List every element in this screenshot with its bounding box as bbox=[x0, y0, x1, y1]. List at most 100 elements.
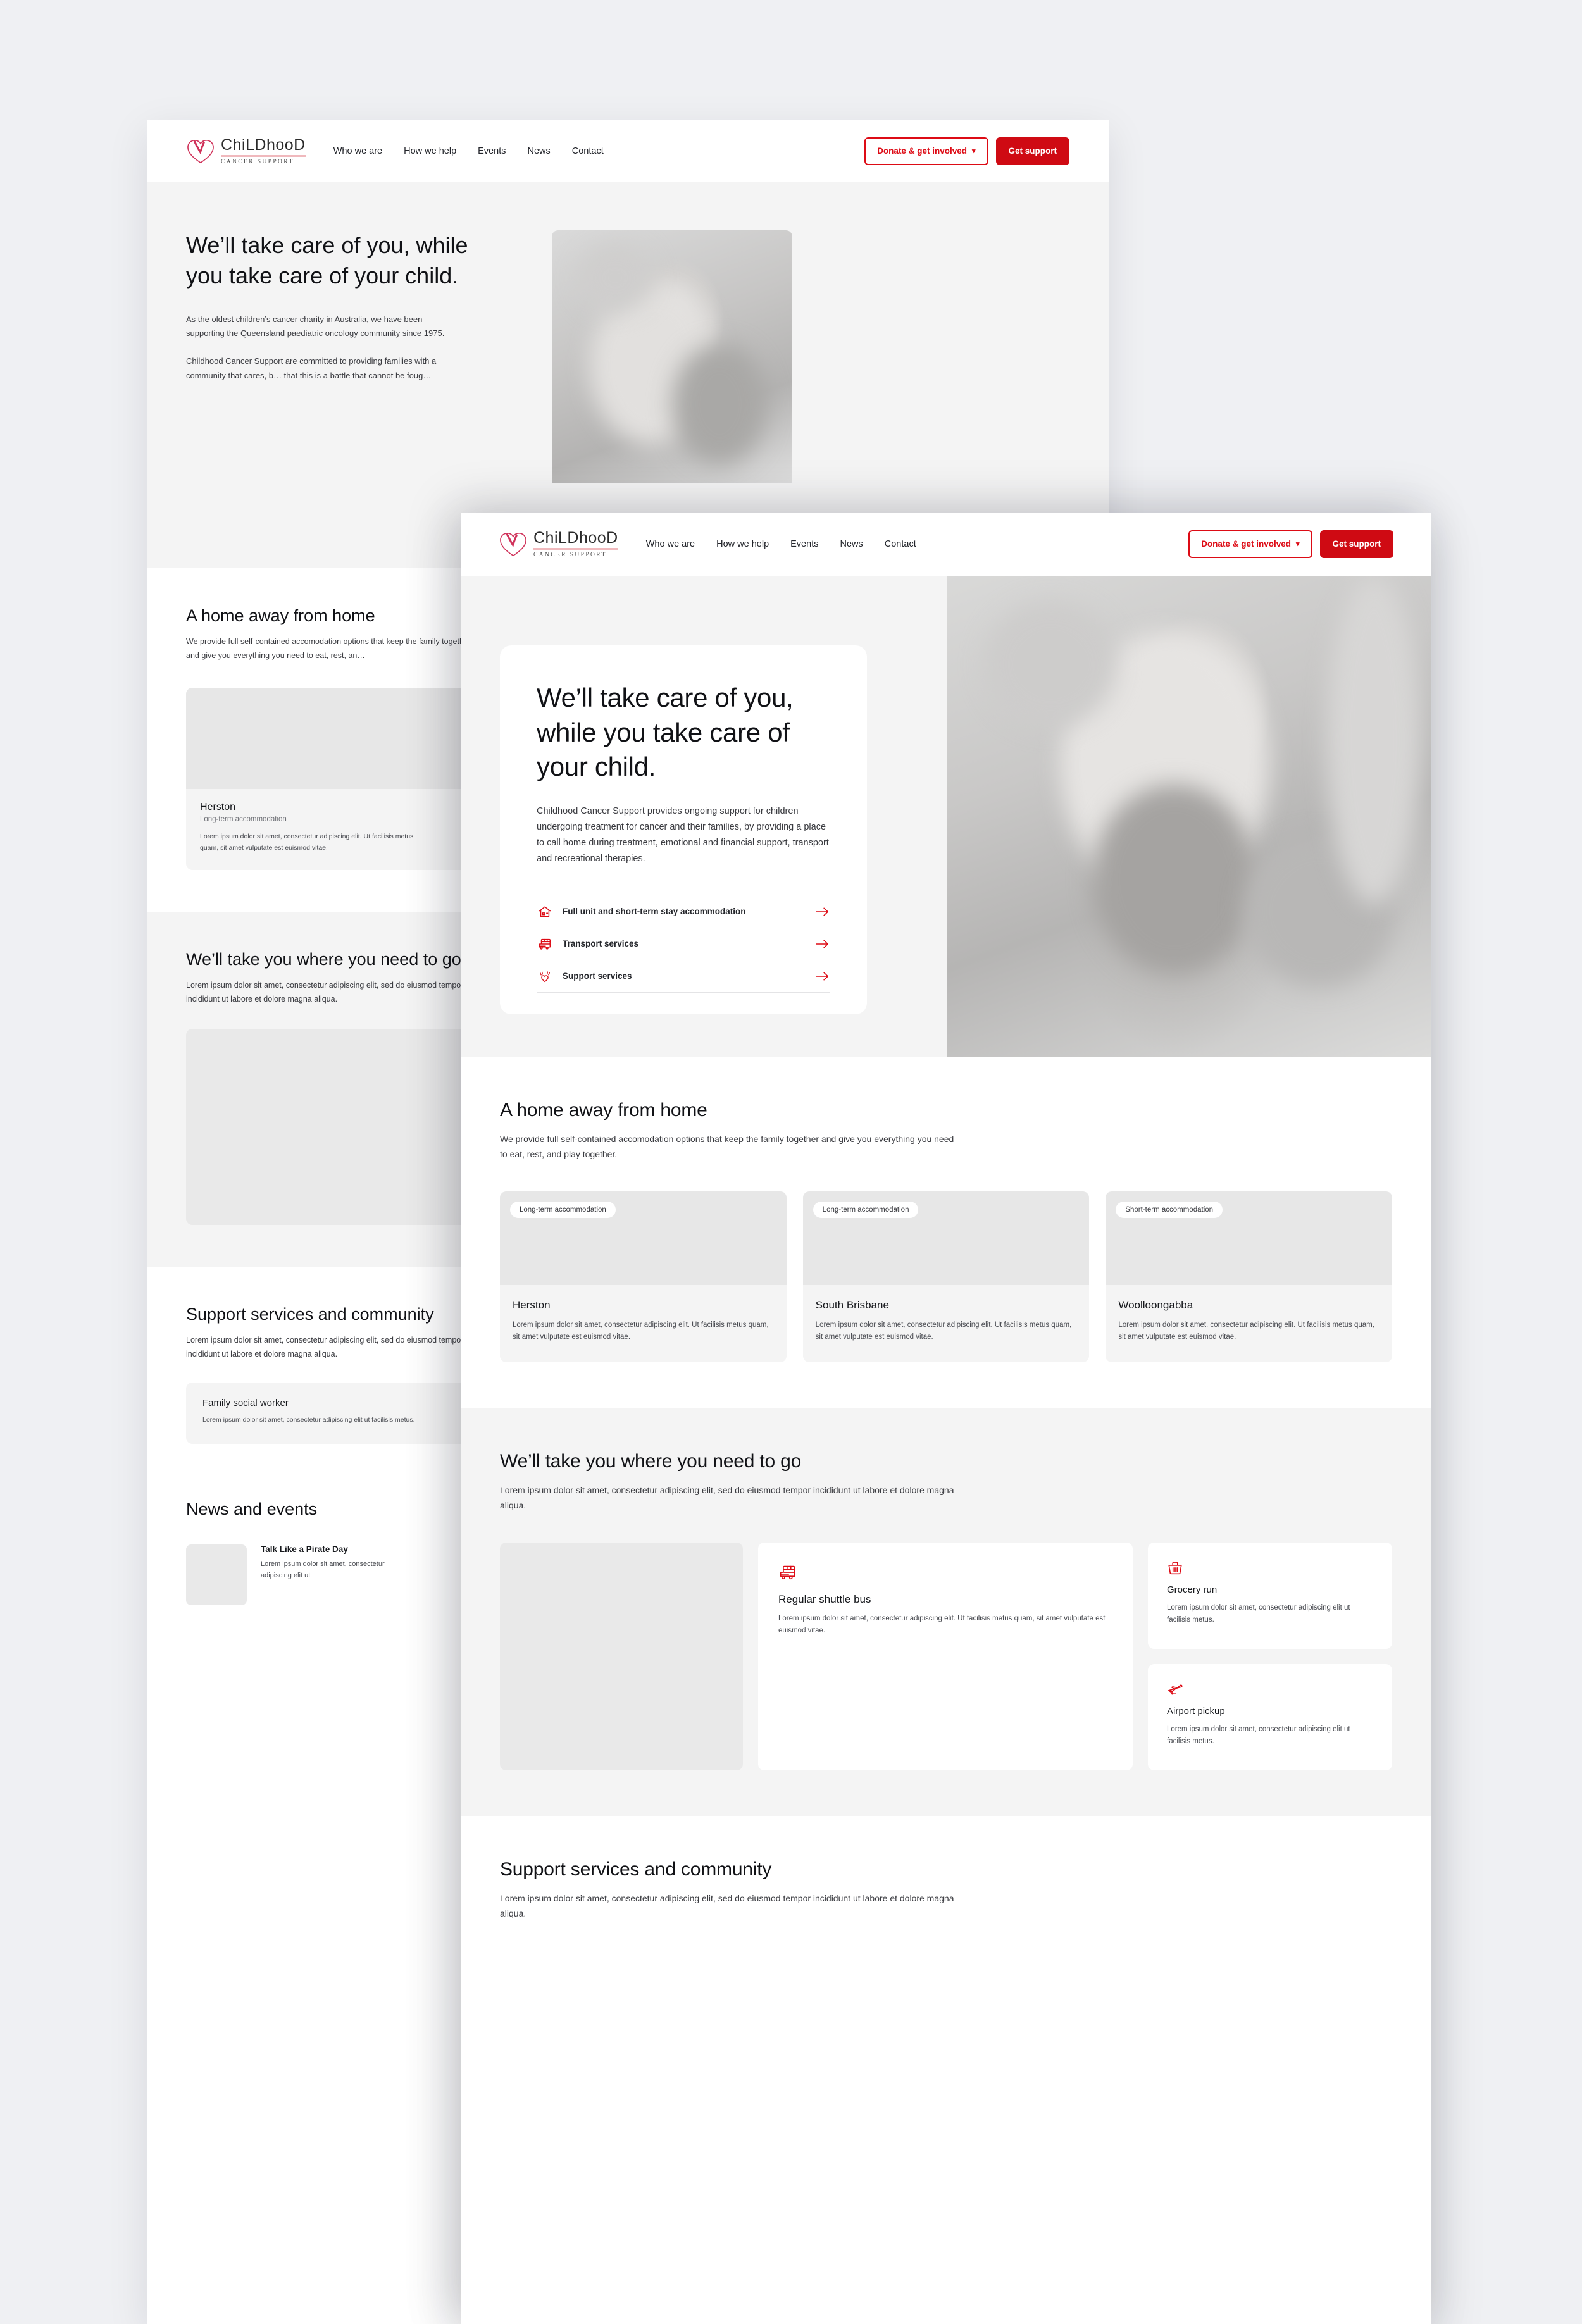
front-hero-heading: We’ll take care of you, while you take c… bbox=[537, 683, 794, 782]
arrow-right-icon bbox=[816, 907, 829, 917]
back-accommodation-lead: We provide full self-contained accomodat… bbox=[186, 637, 471, 660]
accommodation-card-grid: Long-term accommodation Herston Lorem ip… bbox=[500, 1191, 1393, 1363]
nav-item-events[interactable]: Events bbox=[790, 539, 818, 549]
accommodation-card-text: Lorem ipsum dolor sit amet, consectetur … bbox=[1118, 1320, 1374, 1341]
transport-grid: Regular shuttle bus Lorem ipsum dolor si… bbox=[500, 1542, 1392, 1770]
nav-item-how-we-help[interactable]: How we help bbox=[716, 539, 769, 549]
accommodation-card-text: Lorem ipsum dolor sit amet, consectetur … bbox=[815, 1320, 1072, 1341]
nav-item-contact-back[interactable]: Contact bbox=[572, 146, 604, 156]
hero-link-accommodation[interactable]: Full unit and short-term stay accommodat… bbox=[537, 896, 830, 928]
back-support-lead: Lorem ipsum dolor sit amet, consectetur … bbox=[186, 1336, 464, 1358]
accommodation-badge: Long-term accommodation bbox=[813, 1201, 919, 1218]
nav-item-how-we-help-back[interactable]: How we help bbox=[404, 146, 456, 156]
nav-item-contact[interactable]: Contact bbox=[885, 539, 916, 549]
accommodation-card-image: Short-term accommodation bbox=[1106, 1191, 1393, 1285]
brand-logo-back[interactable]: ChiLDhooD CANCER SUPPORT bbox=[186, 137, 306, 166]
back-news-thumbnail bbox=[186, 1544, 247, 1605]
house-icon bbox=[538, 905, 552, 919]
front-accommodation-heading: A home away from home bbox=[500, 1100, 707, 1121]
navbar-front: ChiLDhooD CANCER SUPPORT Who we are How … bbox=[461, 513, 1431, 576]
donate-and-get-involved-button-back[interactable]: Donate & get involved ▾ bbox=[864, 137, 988, 165]
foreground-page-mockup: ChiLDhooD CANCER SUPPORT Who we are How … bbox=[461, 513, 1431, 2324]
back-hero-section: We’ll take care of you, while you take c… bbox=[147, 182, 1109, 568]
nav-item-who-we-are[interactable]: Who we are bbox=[646, 539, 695, 549]
basket-icon bbox=[1167, 1560, 1183, 1575]
back-news-item-title: Talk Like a Pirate Day bbox=[261, 1544, 348, 1554]
get-support-button[interactable]: Get support bbox=[1319, 530, 1393, 558]
brand-tagline-front: CANCER SUPPORT bbox=[533, 551, 607, 558]
front-support-heading: Support services and community bbox=[500, 1858, 772, 1880]
transport-card-text: Lorem ipsum dolor sit amet, consectetur … bbox=[1167, 1725, 1350, 1746]
hero-link-support[interactable]: Support services bbox=[537, 960, 830, 993]
accommodation-card-woolloongabba[interactable]: Short-term accommodation Woolloongabba L… bbox=[1106, 1191, 1393, 1363]
back-accommodation-card[interactable]: Herston Long-term accommodation Lorem ip… bbox=[186, 688, 483, 871]
arrow-right-icon bbox=[816, 971, 829, 981]
transport-card-shuttle-bus[interactable]: Regular shuttle bus Lorem ipsum dolor si… bbox=[758, 1542, 1133, 1770]
hero-link-support-label: Support services bbox=[563, 971, 632, 981]
front-accommodation-lead: We provide full self-contained accomodat… bbox=[500, 1134, 954, 1159]
transport-card-text: Lorem ipsum dolor sit amet, consectetur … bbox=[778, 1614, 1106, 1635]
donate-and-get-involved-button[interactable]: Donate & get involved ▾ bbox=[1188, 530, 1312, 558]
plane-icon bbox=[1167, 1682, 1183, 1697]
nav-links-back: Who we are How we help Events News Conta… bbox=[333, 146, 604, 156]
back-accommodation-card-subtitle: Long-term accommodation bbox=[200, 816, 287, 823]
transport-card-airport-pickup[interactable]: Airport pickup Lorem ipsum dolor sit ame… bbox=[1148, 1663, 1392, 1770]
bus-icon bbox=[538, 937, 552, 951]
back-transport-lead: Lorem ipsum dolor sit amet, consectetur … bbox=[186, 981, 464, 1004]
back-hero-photo bbox=[552, 230, 792, 483]
nav-actions-back: Donate & get involved ▾ Get support bbox=[864, 137, 1069, 165]
front-hero-link-list: Full unit and short-term stay accommodat… bbox=[537, 896, 830, 993]
transport-card-grocery-run[interactable]: Grocery run Lorem ipsum dolor sit amet, … bbox=[1148, 1542, 1392, 1649]
nav-item-who-we-are-back[interactable]: Who we are bbox=[333, 146, 382, 156]
back-support-card-title: Family social worker bbox=[202, 1398, 289, 1409]
accommodation-card-title: South Brisbane bbox=[815, 1298, 889, 1311]
transport-card-title: Grocery run bbox=[1167, 1584, 1218, 1595]
front-hero-body: Childhood Cancer Support provides ongoin… bbox=[537, 805, 829, 864]
accommodation-card-title: Herston bbox=[513, 1298, 551, 1311]
brand-underline-front bbox=[533, 547, 618, 550]
back-hero-paragraph-1: As the oldest children’s cancer charity … bbox=[186, 314, 445, 339]
donate-label: Donate & get involved bbox=[1201, 539, 1291, 549]
accommodation-card-image: Long-term accommodation bbox=[500, 1191, 787, 1285]
hero-link-transport-label: Transport services bbox=[563, 939, 639, 949]
back-support-card[interactable]: Family social worker Lorem ipsum dolor s… bbox=[186, 1383, 483, 1444]
nav-item-news[interactable]: News bbox=[840, 539, 863, 549]
front-support-lead: Lorem ipsum dolor sit amet, consectetur … bbox=[500, 1892, 954, 1918]
front-accommodation-section: A home away from home We provide full se… bbox=[461, 1057, 1431, 1408]
brand-tagline-back: CANCER SUPPORT bbox=[221, 158, 294, 165]
back-accommodation-card-title: Herston bbox=[200, 802, 236, 812]
transport-card-title: Regular shuttle bus bbox=[778, 1593, 871, 1605]
heart-ribbon-icon bbox=[186, 137, 215, 165]
front-transport-section: We’ll take you where you need to go Lore… bbox=[461, 1408, 1431, 1816]
brand-logo-front[interactable]: ChiLDhooD CANCER SUPPORT bbox=[499, 530, 618, 559]
transport-card-title: Airport pickup bbox=[1167, 1705, 1225, 1717]
back-hero-heading: We’ll take care of you, while you take c… bbox=[186, 232, 468, 289]
brand-name-front: ChiLDhooD bbox=[533, 528, 618, 547]
accommodation-badge: Short-term accommodation bbox=[1116, 1201, 1223, 1218]
accommodation-card-title: Woolloongabba bbox=[1118, 1298, 1193, 1311]
nav-item-news-back[interactable]: News bbox=[527, 146, 550, 156]
accommodation-card-herston[interactable]: Long-term accommodation Herston Lorem ip… bbox=[500, 1191, 787, 1363]
hero-link-transport[interactable]: Transport services bbox=[537, 928, 830, 960]
nav-item-events-back[interactable]: Events bbox=[478, 146, 506, 156]
chevron-down-icon: ▾ bbox=[1295, 540, 1300, 548]
heart-hands-icon bbox=[538, 969, 552, 983]
front-transport-lead: Lorem ipsum dolor sit amet, consectetur … bbox=[500, 1485, 954, 1511]
accommodation-card-south-brisbane[interactable]: Long-term accommodation South Brisbane L… bbox=[802, 1191, 1090, 1363]
front-hero-section: We’ll take care of you, while you take c… bbox=[461, 576, 1431, 1057]
front-support-section: Support services and community Lorem ips… bbox=[461, 1815, 1431, 1967]
heart-ribbon-icon bbox=[499, 530, 528, 558]
donate-label-back: Donate & get involved bbox=[877, 146, 967, 156]
hero-link-accommodation-label: Full unit and short-term stay accommodat… bbox=[563, 907, 746, 917]
back-accommodation-card-text: Lorem ipsum dolor sit amet, consectetur … bbox=[200, 833, 414, 852]
nav-actions-front: Donate & get involved ▾ Get support bbox=[1188, 530, 1393, 558]
transport-card-text: Lorem ipsum dolor sit amet, consectetur … bbox=[1167, 1603, 1350, 1624]
brand-name-back: ChiLDhooD bbox=[221, 135, 306, 154]
navbar-back: ChiLDhooD CANCER SUPPORT Who we are How … bbox=[147, 120, 1109, 182]
chevron-down-icon-back: ▾ bbox=[971, 147, 976, 155]
transport-photo bbox=[500, 1542, 743, 1770]
back-accommodation-card-image bbox=[186, 688, 483, 789]
front-transport-heading: We’ll take you where you need to go bbox=[500, 1451, 802, 1472]
get-support-button-back[interactable]: Get support bbox=[995, 137, 1069, 165]
accommodation-card-image: Long-term accommodation bbox=[802, 1191, 1090, 1285]
